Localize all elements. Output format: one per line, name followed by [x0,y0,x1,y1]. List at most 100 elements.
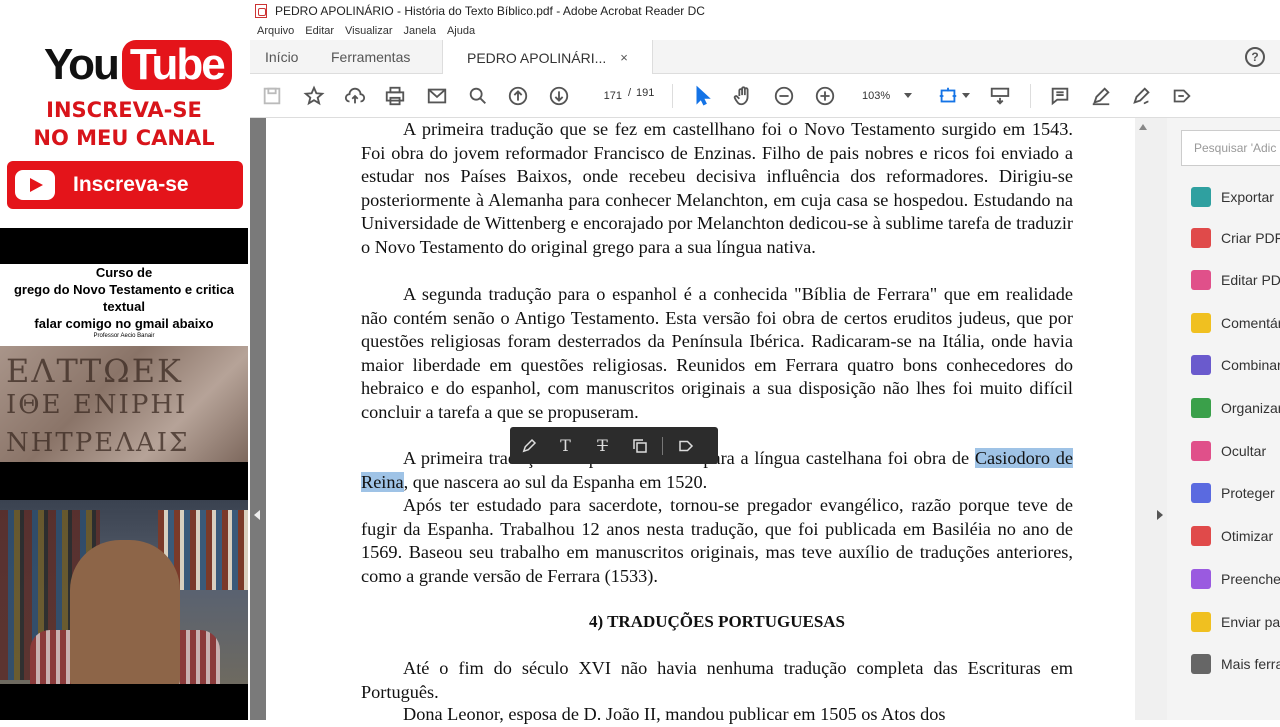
previous-page-icon[interactable] [506,84,530,108]
paragraph-1[interactable]: A primeira tradução que se fez em castel… [361,118,1073,259]
send-for-comments-icon [1191,612,1211,632]
tab-close-icon[interactable]: × [620,50,628,65]
share-tag-icon[interactable] [1170,84,1194,108]
tab-document[interactable]: PEDRO APOLINÁRI... × [442,40,653,75]
paragraph-6[interactable]: Dona Leonor, esposa de D. João II, mando… [361,703,1073,727]
tab-home[interactable]: Início [265,40,298,74]
tab-document-label: PEDRO APOLINÁRI... [467,49,607,66]
stone-line2: ΙΘΕ ΕΝΙΡΗΙ [6,390,188,420]
title-bar: PEDRO APOLINÁRIO - História do Texto Bíb… [250,0,1280,22]
stone-line1: ЕΛΤΤΩΕΚ [6,352,183,390]
tools-pane: Pesquisar 'Adic Exportar Criar PDF Edita… [1167,118,1280,720]
tool-exportar[interactable]: Exportar [1191,184,1274,210]
tool-label: Enviar para [1221,614,1280,630]
menu-editar[interactable]: Editar [305,25,334,37]
save-icon[interactable] [260,84,284,108]
next-page-icon[interactable] [547,84,571,108]
tool-enviar[interactable]: Enviar para [1191,609,1280,635]
upload-cloud-icon[interactable] [343,84,367,108]
subscribe-line2: NO MEU CANAL [33,126,215,150]
subscribe-line1: INSCREVA-SE [46,98,202,122]
fit-page-icon[interactable] [936,84,960,108]
fit-page-dropdown-icon[interactable] [962,93,970,98]
fill-sign-icon [1191,569,1211,589]
overlay-divider-2 [0,462,248,500]
overlay-bottom [0,684,248,720]
highlight-text-icon[interactable] [510,427,547,464]
create-pdf-icon [1191,228,1211,248]
help-icon[interactable]: ? [1245,47,1265,67]
youtube-logo: You Tube [44,40,232,90]
menu-janela[interactable]: Janela [404,25,436,37]
tool-criar-pdf[interactable]: Criar PDF [1191,225,1280,251]
sign-icon[interactable] [1130,84,1154,108]
search-zoom-icon[interactable] [466,84,490,108]
tab-tools[interactable]: Ferramentas [331,40,410,74]
zoom-out-icon[interactable] [772,84,796,108]
right-panel-toggle-icon[interactable] [1157,510,1163,520]
page-number-input[interactable]: 171 [588,85,626,107]
acrobat-window: PEDRO APOLINÁRIO - História do Texto Bíb… [250,0,1280,724]
toolbar-divider [672,84,673,108]
pdf-page[interactable]: A primeira tradução que se fez em castel… [266,118,1135,724]
strikethrough-text-icon[interactable]: T [584,427,621,464]
subscribe-button: Inscreva-se [7,161,243,209]
bookmark-star-icon[interactable] [302,84,326,108]
tool-label: Comentário [1221,315,1280,331]
tool-label: Exportar [1221,189,1274,205]
share-text-icon[interactable] [667,427,704,464]
youtube-logo-you: You [44,40,120,89]
menu-visualizar[interactable]: Visualizar [345,25,393,37]
tool-proteger[interactable]: Proteger [1191,480,1275,506]
underline-text-icon[interactable]: T [547,427,584,464]
optimize-pdf-icon [1191,526,1211,546]
tool-otimizar[interactable]: Otimizar [1191,523,1273,549]
tool-combinar[interactable]: Combinar [1191,352,1280,378]
course-line2: grego do Novo Testamento e critica [13,282,235,297]
panel-gutter [1151,118,1167,720]
tools-search-input[interactable]: Pesquisar 'Adic [1181,130,1280,166]
overlay-divider [0,228,248,264]
tab-bar: Início Ferramentas PEDRO APOLINÁRI... × … [250,40,1280,75]
stone-line3: ΝΗΤΡΕΛΑΙΣ [6,428,190,458]
paragraph-4[interactable]: Após ter estudado para sacerdote, tornou… [361,494,1073,588]
course-line3: textual [103,299,145,314]
hand-tool-icon[interactable] [731,84,755,108]
comment-tool-icon [1191,313,1211,333]
presenter [70,540,180,684]
tool-mais-ferramentas[interactable]: Mais ferramentas [1191,651,1280,677]
print-icon[interactable] [383,84,407,108]
menu-arquivo[interactable]: Arquivo [257,25,294,37]
zoom-dropdown-icon[interactable] [904,93,912,98]
youtube-play-icon [15,170,55,200]
tool-organizar[interactable]: Organizar [1191,395,1280,421]
section-heading: 4) TRADUÇÕES PORTUGUESAS [588,612,846,631]
tool-label: Editar PDF [1221,272,1280,288]
zoom-in-icon[interactable] [813,84,837,108]
paragraph-2[interactable]: A segunda tradução para o espanhol é a c… [361,283,1073,424]
tool-ocultar[interactable]: Ocultar [1191,438,1266,464]
toolbar-divider-2 [1030,84,1031,108]
keyboard-scroll-icon[interactable] [988,84,1012,108]
combine-files-icon [1191,355,1211,375]
left-panel-toggle-icon[interactable] [254,510,260,520]
select-cursor-icon[interactable] [690,84,714,108]
organize-pages-icon [1191,398,1211,418]
menu-ajuda[interactable]: Ajuda [447,25,475,37]
tool-label: Preencher [1221,571,1280,587]
edit-pdf-icon [1191,270,1211,290]
vertical-scrollbar[interactable] [1135,118,1151,720]
highlight-pen-icon[interactable] [1089,84,1113,108]
window-title: PEDRO APOLINÁRIO - História do Texto Bíb… [275,4,705,18]
paragraph-5[interactable]: Até o fim do século XVI não havia nenhum… [361,657,1073,704]
comment-icon[interactable] [1048,84,1072,108]
tool-comentario[interactable]: Comentário [1191,310,1280,336]
acrobat-app-icon [255,4,267,18]
tool-preencher[interactable]: Preencher [1191,566,1280,592]
copy-text-icon[interactable] [621,427,658,464]
export-pdf-icon [1191,187,1211,207]
email-icon[interactable] [425,84,449,108]
tool-label: Otimizar [1221,528,1274,544]
document-view[interactable]: A primeira tradução que se fez em castel… [250,118,1167,724]
tool-editar-pdf[interactable]: Editar PDF [1191,267,1280,293]
